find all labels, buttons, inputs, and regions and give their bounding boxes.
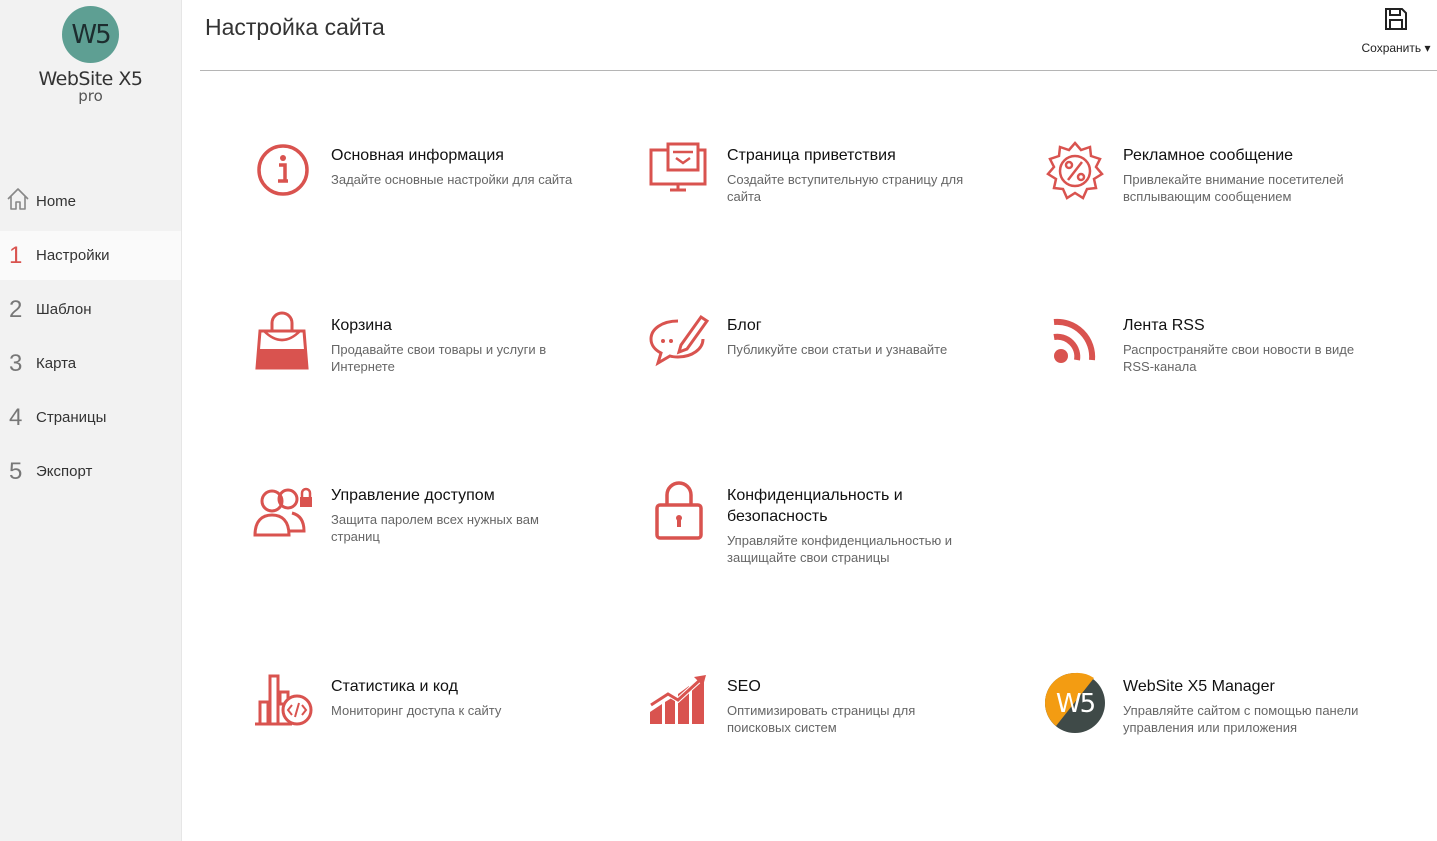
svg-text:W5: W5 — [1056, 689, 1095, 719]
sidebar-item-label: Настройки — [36, 247, 110, 264]
floppy-disk-icon — [1383, 8, 1409, 36]
sidebar-item-label: Страницы — [36, 409, 107, 426]
shopping-bag-icon — [252, 311, 316, 375]
tile-title: Статистика и код — [331, 678, 458, 695]
save-label: Сохранить ▾ — [1361, 41, 1431, 55]
padlock-icon — [648, 481, 712, 545]
tile-x5-manager[interactable]: W5 WebSite X5 Manager Управляйте сайтом … — [1044, 672, 1424, 792]
blog-chat-pencil-icon — [648, 311, 712, 375]
seo-chart-icon — [648, 672, 712, 736]
tile-description: Распространяйте свои новости в виде RSS-… — [1123, 342, 1355, 374]
tile-description: Мониторинг доступа к сайту — [331, 703, 502, 718]
tile-title: WebSite X5 Manager — [1123, 678, 1275, 695]
tile-blog[interactable]: Блог Публикуйте свои статьи и узнавайте — [648, 311, 1028, 431]
rss-icon — [1044, 311, 1108, 375]
header-divider — [200, 70, 1437, 71]
step-number: 5 — [9, 457, 23, 485]
sidebar-item-label: Шаблон — [36, 301, 92, 318]
tile-stats-code[interactable]: Статистика и код Мониторинг доступа к са… — [252, 672, 632, 792]
tile-description: Публикуйте свои статьи и узнавайте — [727, 342, 948, 357]
tile-title: Страница приветствия — [727, 147, 896, 164]
sidebar-item-pages[interactable]: 4 Страницы — [0, 393, 181, 442]
info-icon — [252, 141, 316, 205]
tile-promo-message[interactable]: Рекламное сообщение Привлекайте внимание… — [1044, 141, 1424, 261]
sidebar-item-template[interactable]: 2 Шаблон — [0, 285, 181, 334]
sidebar-item-home[interactable]: Home — [0, 177, 181, 226]
tile-title: Рекламное сообщение — [1123, 147, 1294, 164]
tile-title: SEO — [727, 678, 761, 695]
tile-description: Оптимизировать страницы для поисковых си… — [727, 703, 916, 735]
tile-seo[interactable]: SEO Оптимизировать страницы для поисковы… — [648, 672, 1028, 792]
tile-description: Продавайте свои товары и услуги в Интерн… — [331, 342, 547, 374]
sidebar-item-label: Home — [36, 193, 77, 210]
sidebar-item-label: Карта — [36, 355, 77, 372]
sidebar-nav: Home 1 Настройки 2 Шаблон 3 Карта 4 Стра… — [0, 177, 181, 501]
users-lock-icon — [252, 481, 316, 545]
tile-title: Блог — [727, 317, 762, 334]
monitor-welcome-icon — [648, 141, 712, 205]
step-number: 4 — [9, 403, 23, 431]
step-number: 2 — [9, 295, 23, 323]
tile-title: Конфиденциальность и безопасность — [727, 487, 903, 525]
tile-description: Защита паролем всех нужных вам страниц — [331, 512, 539, 544]
tile-description: Задайте основные настройки для сайта — [331, 172, 573, 187]
step-number: 3 — [9, 349, 23, 377]
tile-title: Основная информация — [331, 147, 504, 164]
logo-name: WebSite X5 — [38, 68, 143, 90]
logo-mark: W5 — [62, 6, 119, 63]
logo-edition: pro — [78, 87, 103, 105]
tile-access-control[interactable]: Управление доступом Защита паролем всех … — [252, 481, 632, 601]
tile-privacy-security[interactable]: Конфиденциальность и безопасность Управл… — [648, 481, 1028, 601]
sidebar: W5 WebSite X5 pro Home 1 Настройки 2 Шаб… — [0, 0, 182, 841]
tile-title: Управление доступом — [331, 487, 495, 504]
sidebar-item-map[interactable]: 3 Карта — [0, 339, 181, 388]
save-button[interactable]: Сохранить ▾ — [1358, 6, 1434, 55]
tile-welcome-page[interactable]: Страница приветствия Создайте вступитель… — [648, 141, 1028, 261]
sidebar-item-export[interactable]: 5 Экспорт — [0, 447, 181, 496]
sidebar-item-label: Экспорт — [36, 463, 93, 480]
tile-cart[interactable]: Корзина Продавайте свои товары и услуги … — [252, 311, 632, 431]
x5-manager-logo-icon: W5 — [1044, 672, 1108, 736]
tile-title: Лента RSS — [1123, 317, 1205, 334]
tile-description: Создайте вступительную страницу для сайт… — [727, 172, 964, 204]
home-icon — [0, 186, 36, 217]
sidebar-item-settings[interactable]: 1 Настройки — [0, 231, 181, 280]
app-logo: W5 WebSite X5 pro — [0, 6, 181, 105]
tile-description: Управляйте конфиденциальностью и защищай… — [727, 533, 953, 565]
tile-rss-feed[interactable]: Лента RSS Распространяйте свои новости в… — [1044, 311, 1424, 431]
tile-basic-info[interactable]: Основная информация Задайте основные нас… — [252, 141, 632, 261]
tile-title: Корзина — [331, 317, 392, 334]
tile-description: Привлекайте внимание посетителей всплыва… — [1123, 172, 1344, 204]
percent-badge-icon — [1044, 141, 1108, 205]
tile-description: Управляйте сайтом с помощью панели управ… — [1123, 703, 1359, 735]
stats-code-icon — [252, 672, 316, 736]
page-title: Настройка сайта — [205, 14, 385, 40]
step-number: 1 — [9, 241, 23, 269]
